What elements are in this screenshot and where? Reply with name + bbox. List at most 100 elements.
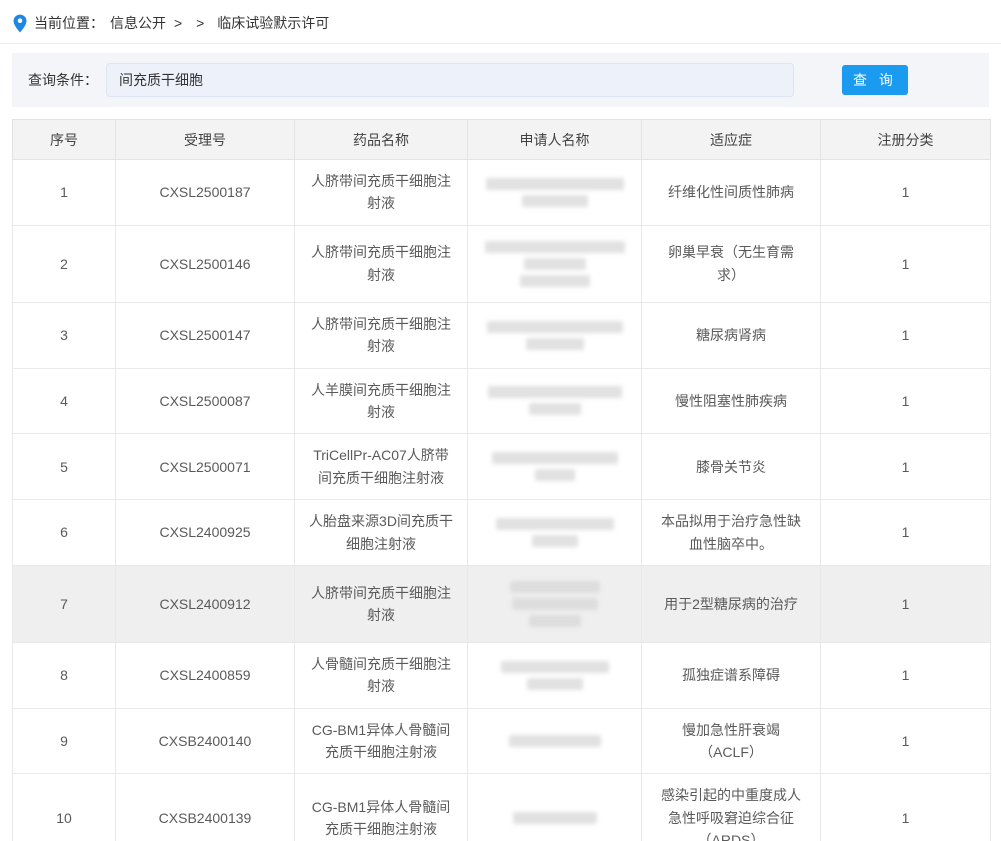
applicant-cell xyxy=(468,565,642,642)
acceptance-no-cell: CXSL2500187 xyxy=(116,160,295,226)
breadcrumb-section[interactable]: 信息公开 xyxy=(110,13,166,33)
redacted-applicant-name xyxy=(512,598,598,610)
redacted-applicant-name xyxy=(501,661,609,673)
redacted-applicant-name xyxy=(513,812,597,824)
applicant-cell xyxy=(468,368,642,434)
redacted-applicant-name xyxy=(496,518,614,530)
drug-name-cell: 人脐带间充质干细胞注射液 xyxy=(295,225,468,302)
drug-name-cell: TriCellPr-AC07人脐带间充质干细胞注射液 xyxy=(295,434,468,500)
drug-name-cell: 人羊膜间充质干细胞注射液 xyxy=(295,368,468,434)
search-bar: 查询条件： 查 询 xyxy=(12,53,989,107)
indication-cell: 糖尿病肾病 xyxy=(642,302,821,368)
applicant-cell xyxy=(468,302,642,368)
acceptance-no-cell: CXSL2400925 xyxy=(116,500,295,566)
redacted-applicant-name xyxy=(509,735,601,747)
indication-cell: 慢加急性肝衰竭（ACLF） xyxy=(642,708,821,774)
indication-cell: 纤维化性间质性肺病 xyxy=(642,160,821,226)
table-row: 7CXSL2400912人脐带间充质干细胞注射液 用于2型糖尿病的治疗1 xyxy=(13,565,991,642)
results-table: 序号受理号药品名称申请人名称适应症注册分类 1CXSL2500187人脐带间充质… xyxy=(12,119,991,841)
table-row: 3CXSL2500147人脐带间充质干细胞注射液糖尿病肾病1 xyxy=(13,302,991,368)
breadcrumb-separator: > > xyxy=(174,15,209,31)
search-button[interactable]: 查 询 xyxy=(842,65,908,95)
redacted-applicant-name xyxy=(492,452,618,464)
acceptance-no-cell: CXSL2400912 xyxy=(116,565,295,642)
seq-cell: 2 xyxy=(13,225,116,302)
redacted-applicant-name xyxy=(524,258,586,270)
search-label: 查询条件： xyxy=(28,70,98,90)
redacted-applicant-name xyxy=(488,386,622,398)
indication-cell: 慢性阻塞性肺疾病 xyxy=(642,368,821,434)
table-body: 1CXSL2500187人脐带间充质干细胞注射液纤维化性间质性肺病12CXSL2… xyxy=(13,160,991,841)
column-header-1: 序号 xyxy=(13,120,116,160)
table-row: 9CXSB2400140CG-BM1异体人骨髓间充质干细胞注射液 慢加急性肝衰竭（… xyxy=(13,708,991,774)
registration-class-cell: 1 xyxy=(821,368,991,434)
drug-name-cell: CG-BM1异体人骨髓间充质干细胞注射液 xyxy=(295,708,468,774)
search-input[interactable] xyxy=(106,63,794,97)
redacted-applicant-name xyxy=(532,535,578,547)
applicant-cell xyxy=(468,434,642,500)
seq-cell: 10 xyxy=(13,774,116,841)
registration-class-cell: 1 xyxy=(821,565,991,642)
column-header-4: 申请人名称 xyxy=(468,120,642,160)
column-header-6: 注册分类 xyxy=(821,120,991,160)
table-row: 5CXSL2500071TriCellPr-AC07人脐带间充质干细胞注射液膝骨… xyxy=(13,434,991,500)
seq-cell: 7 xyxy=(13,565,116,642)
applicant-cell xyxy=(468,225,642,302)
acceptance-no-cell: CXSL2500147 xyxy=(116,302,295,368)
registration-class-cell: 1 xyxy=(821,500,991,566)
indication-cell: 用于2型糖尿病的治疗 xyxy=(642,565,821,642)
registration-class-cell: 1 xyxy=(821,642,991,708)
seq-cell: 9 xyxy=(13,708,116,774)
acceptance-no-cell: CXSB2400139 xyxy=(116,774,295,841)
clinical-trial-permit-page: 当前位置： 信息公开 > > 临床试验默示许可 查询条件： 查 询 序号受理号药… xyxy=(0,0,1001,841)
redacted-applicant-name xyxy=(510,581,600,593)
seq-cell: 1 xyxy=(13,160,116,226)
breadcrumb-current: 临床试验默示许可 xyxy=(217,13,329,33)
table-row: 1CXSL2500187人脐带间充质干细胞注射液纤维化性间质性肺病1 xyxy=(13,160,991,226)
drug-name-cell: 人脐带间充质干细胞注射液 xyxy=(295,565,468,642)
redacted-applicant-name xyxy=(485,241,625,253)
indication-cell: 感染引起的中重度成人急性呼吸窘迫综合征（ARDS） xyxy=(642,774,821,841)
acceptance-no-cell: CXSL2500087 xyxy=(116,368,295,434)
registration-class-cell: 1 xyxy=(821,774,991,841)
column-header-2: 受理号 xyxy=(116,120,295,160)
seq-cell: 3 xyxy=(13,302,116,368)
table-row: 6CXSL2400925人胎盘来源3D间充质干细胞注射液 本品拟用于治疗急性缺血性… xyxy=(13,500,991,566)
redacted-applicant-name xyxy=(486,178,624,190)
seq-cell: 4 xyxy=(13,368,116,434)
registration-class-cell: 1 xyxy=(821,434,991,500)
registration-class-cell: 1 xyxy=(821,160,991,226)
breadcrumb: 当前位置： 信息公开 > > 临床试验默示许可 xyxy=(0,0,1001,44)
redacted-applicant-name xyxy=(535,469,575,481)
indication-cell: 孤独症谱系障碍 xyxy=(642,642,821,708)
seq-cell: 5 xyxy=(13,434,116,500)
drug-name-cell: 人胎盘来源3D间充质干细胞注射液 xyxy=(295,500,468,566)
applicant-cell xyxy=(468,774,642,841)
table-row: 4CXSL2500087人羊膜间充质干细胞注射液 慢性阻塞性肺疾病1 xyxy=(13,368,991,434)
redacted-applicant-name xyxy=(529,403,581,415)
redacted-applicant-name xyxy=(522,195,588,207)
applicant-cell xyxy=(468,160,642,226)
column-header-5: 适应症 xyxy=(642,120,821,160)
drug-name-cell: 人脐带间充质干细胞注射液 xyxy=(295,160,468,226)
redacted-applicant-name xyxy=(526,338,584,350)
applicant-cell xyxy=(468,642,642,708)
column-header-3: 药品名称 xyxy=(295,120,468,160)
redacted-applicant-name xyxy=(487,321,623,333)
applicant-cell xyxy=(468,708,642,774)
redacted-applicant-name xyxy=(527,678,583,690)
table-row: 2CXSL2500146人脐带间充质干细胞注射液卵巢早衰（无生育需求）1 xyxy=(13,225,991,302)
table-row: 10CXSB2400139CG-BM1异体人骨髓间充质干细胞注射液 感染引起的中重… xyxy=(13,774,991,841)
redacted-applicant-name xyxy=(529,615,581,627)
seq-cell: 6 xyxy=(13,500,116,566)
drug-name-cell: CG-BM1异体人骨髓间充质干细胞注射液 xyxy=(295,774,468,841)
acceptance-no-cell: CXSL2500146 xyxy=(116,225,295,302)
indication-cell: 膝骨关节炎 xyxy=(642,434,821,500)
indication-cell: 本品拟用于治疗急性缺血性脑卒中。 xyxy=(642,500,821,566)
drug-name-cell: 人骨髓间充质干细胞注射液 xyxy=(295,642,468,708)
registration-class-cell: 1 xyxy=(821,708,991,774)
acceptance-no-cell: CXSB2400140 xyxy=(116,708,295,774)
redacted-applicant-name xyxy=(520,275,590,287)
applicant-cell xyxy=(468,500,642,566)
registration-class-cell: 1 xyxy=(821,225,991,302)
